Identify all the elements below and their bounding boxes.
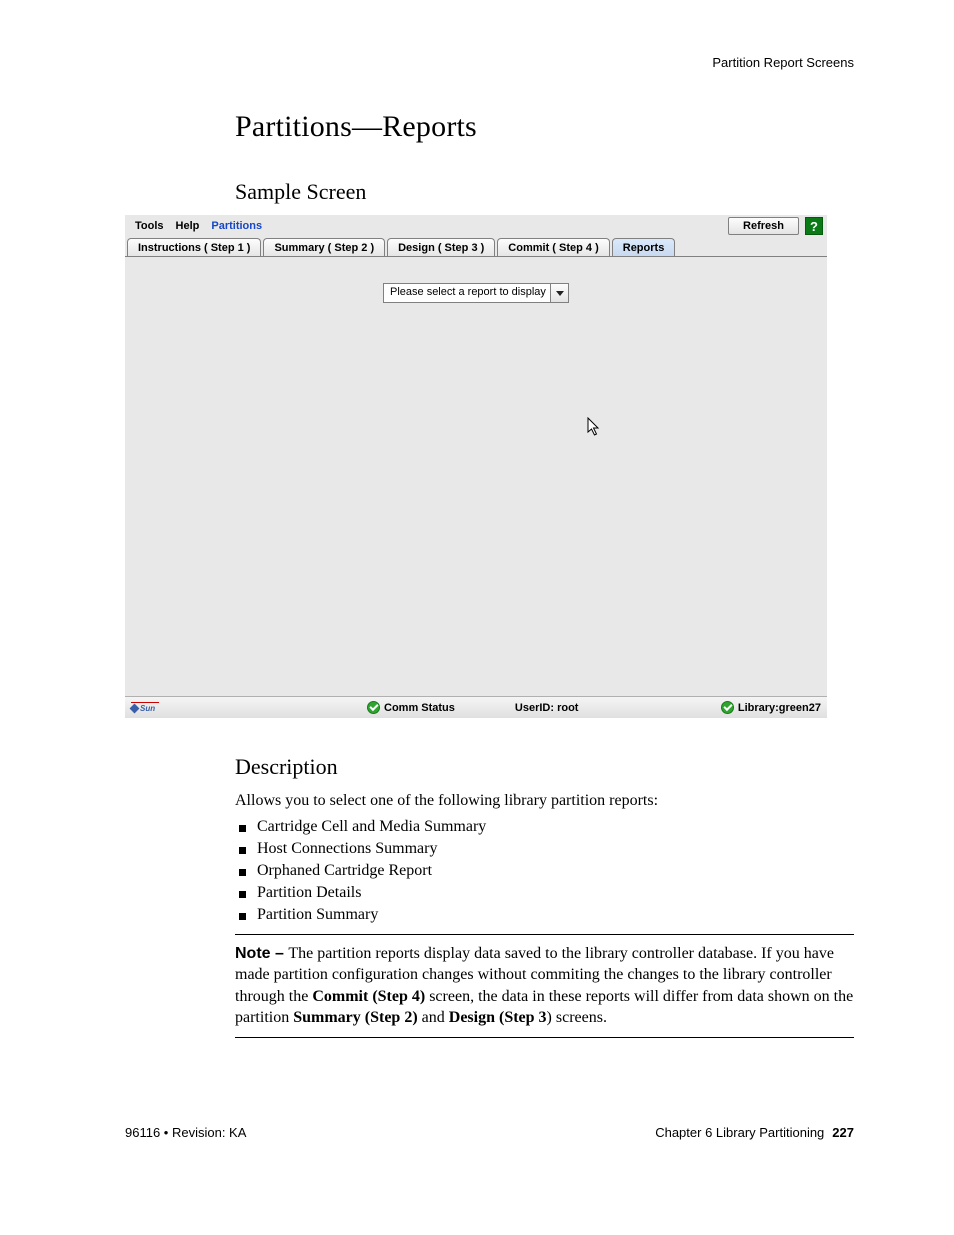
check-icon <box>367 701 380 714</box>
list-item: Partition Details <box>239 884 854 902</box>
refresh-button[interactable]: Refresh <box>728 217 799 235</box>
list-item: Cartridge Cell and Media Summary <box>239 818 854 836</box>
note-label: Note – <box>235 945 288 962</box>
description-intro: Allows you to select one of the followin… <box>235 790 854 812</box>
tab-summary[interactable]: Summary ( Step 2 ) <box>263 238 385 257</box>
menubar: Tools Help Partitions Refresh ? <box>125 215 827 237</box>
dropdown-button[interactable] <box>550 284 568 302</box>
list-item: Host Connections Summary <box>239 840 854 858</box>
report-list: Cartridge Cell and Media Summary Host Co… <box>235 818 854 924</box>
list-item: Orphaned Cartridge Report <box>239 862 854 880</box>
footer-left: 96116 • Revision: KA <box>125 1125 246 1140</box>
menu-partitions[interactable]: Partitions <box>205 220 268 232</box>
commit-ref: Commit (Step 4) <box>312 988 425 1005</box>
page-footer: 96116 • Revision: KA Chapter 6 Library P… <box>125 1125 854 1140</box>
library-status: Library:green27 <box>721 701 821 714</box>
note-text: ) screens. <box>547 1009 607 1026</box>
menu-help[interactable]: Help <box>170 220 206 232</box>
design-ref: Design (Step 3 <box>449 1009 547 1026</box>
list-item: Partition Summary <box>239 906 854 924</box>
note-text: and <box>418 1009 449 1026</box>
comm-status: Comm Status <box>367 701 455 714</box>
tab-design[interactable]: Design ( Step 3 ) <box>387 238 495 257</box>
tab-commit[interactable]: Commit ( Step 4 ) <box>497 238 609 257</box>
sun-logo-icon: Sun <box>131 702 159 713</box>
library-label: Library:green27 <box>738 702 821 714</box>
sample-screen-heading: Sample Screen <box>235 179 854 205</box>
status-bar: Sun Comm Status UserID: root Library:gre… <box>125 696 827 718</box>
check-icon <box>721 701 734 714</box>
page-title: Partitions—Reports <box>235 110 854 144</box>
description-heading: Description <box>235 754 854 780</box>
user-id-label: UserID: root <box>515 702 579 714</box>
comm-status-label: Comm Status <box>384 702 455 714</box>
tab-reports[interactable]: Reports <box>612 238 676 257</box>
app-window: Tools Help Partitions Refresh ? Instruct… <box>125 215 827 718</box>
chevron-down-icon <box>556 291 564 296</box>
summary-ref: Summary (Step 2) <box>293 1009 417 1026</box>
tab-instructions[interactable]: Instructions ( Step 1 ) <box>127 238 261 257</box>
cursor-icon <box>587 417 603 437</box>
footer-right: Chapter 6 Library Partitioning227 <box>655 1125 854 1140</box>
app-body: Please select a report to display <box>125 256 827 696</box>
report-select[interactable]: Please select a report to display <box>383 283 569 303</box>
report-select-text: Please select a report to display <box>384 284 550 302</box>
help-button[interactable]: ? <box>805 217 823 235</box>
running-header: Partition Report Screens <box>125 55 854 70</box>
menu-tools[interactable]: Tools <box>129 220 170 232</box>
tab-bar: Instructions ( Step 1 ) Summary ( Step 2… <box>125 237 827 256</box>
note-box: Note – The partition reports display dat… <box>235 934 854 1038</box>
